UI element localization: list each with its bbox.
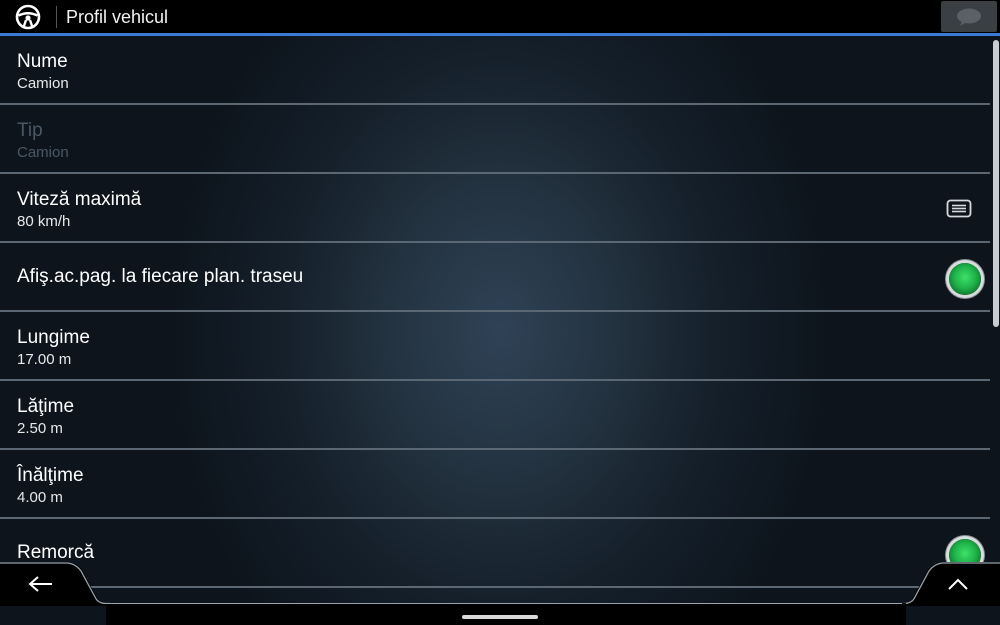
row-label: Lungime — [17, 327, 90, 348]
back-button[interactable] — [0, 562, 110, 606]
settings-list[interactable]: Nume Camion Tip Camion Viteză maximă 80 … — [0, 36, 990, 591]
row-label: Nume — [17, 51, 68, 72]
row-tip: Tip Camion — [0, 105, 990, 174]
page-title: Profil vehicul — [66, 7, 169, 27]
row-value: 17.00 m — [17, 351, 72, 368]
steering-wheel-icon[interactable] — [15, 4, 41, 30]
row-label: Viteză maximă — [17, 189, 142, 210]
row-lungime[interactable]: Lungime 17.00 m — [0, 312, 990, 381]
row-value: Camion — [17, 144, 69, 161]
row-nume[interactable]: Nume Camion — [0, 36, 990, 105]
home-indicator[interactable] — [462, 615, 538, 619]
chat-bubble-icon — [957, 8, 981, 26]
row-value: 80 km/h — [17, 213, 71, 230]
bottom-bar-fill — [106, 603, 906, 625]
row-label: Tip — [17, 120, 43, 141]
row-latime[interactable]: Lăţime 2.50 m — [0, 381, 990, 450]
row-label: Lăţime — [17, 396, 75, 417]
scrollbar[interactable] — [993, 40, 999, 327]
title-bar: Profil vehicul — [0, 0, 1000, 33]
row-afisare-pagina[interactable]: Afiş.ac.pag. la fiecare plan. traseu — [0, 243, 990, 312]
toggle-switch[interactable] — [949, 263, 981, 295]
bottom-bar-divider — [106, 603, 902, 604]
title-separator — [56, 6, 57, 28]
row-viteza-maxima[interactable]: Viteză maximă 80 km/h — [0, 174, 990, 243]
chat-button[interactable] — [941, 1, 997, 32]
row-label: Afiş.ac.pag. la fiecare plan. traseu — [17, 266, 304, 287]
scroll-up-button[interactable] — [900, 562, 1000, 606]
row-label: Înălţime — [17, 465, 84, 486]
row-inaltime[interactable]: Înălţime 4.00 m — [0, 450, 990, 519]
list-icon[interactable] — [946, 199, 972, 219]
row-value: 4.00 m — [17, 489, 63, 506]
row-value: 2.50 m — [17, 420, 63, 437]
row-value: Camion — [17, 75, 69, 92]
